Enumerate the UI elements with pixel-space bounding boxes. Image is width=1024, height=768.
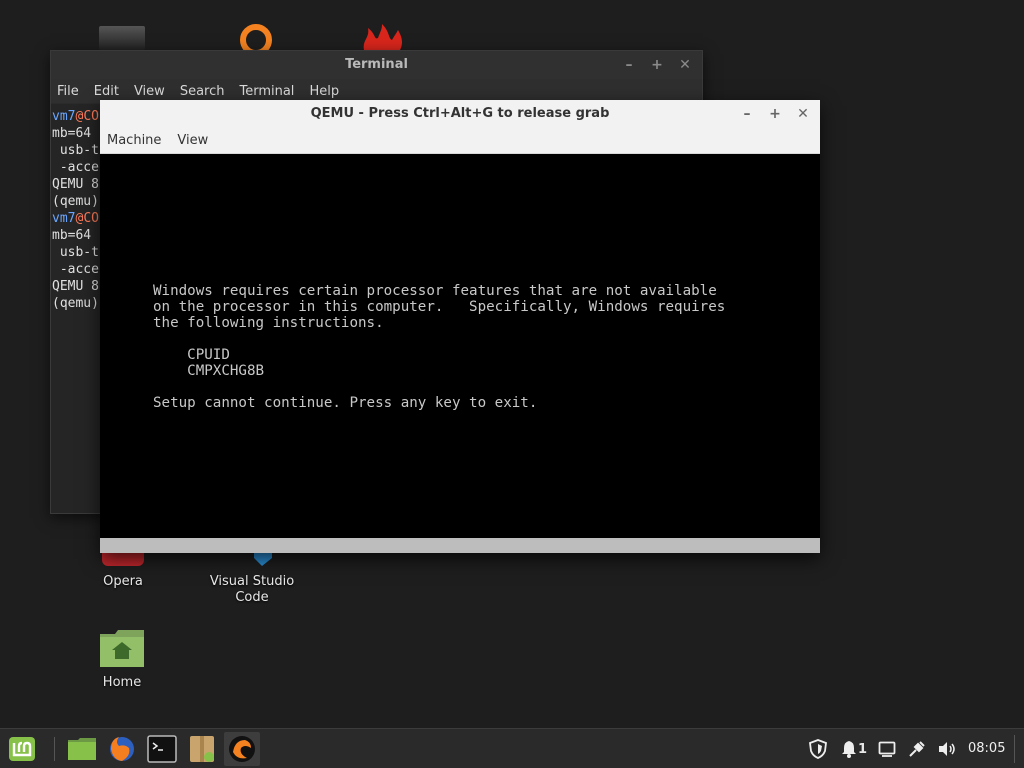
message-line: the following instructions. <box>153 315 384 331</box>
qemu-titlebar[interactable]: QEMU - Press Ctrl+Alt+G to release grab … <box>100 100 820 128</box>
tray-notifications[interactable]: 1 <box>838 729 870 768</box>
qemu-close-button[interactable]: ✕ <box>796 100 810 128</box>
shield-icon <box>809 739 827 759</box>
firefox-icon <box>110 737 134 761</box>
taskbar-archive-manager[interactable] <box>184 732 220 766</box>
message-line: on the processor in this computer. Speci… <box>153 299 726 315</box>
menu-view[interactable]: View <box>134 84 165 99</box>
message-line: Setup cannot continue. Press any key to … <box>153 395 538 411</box>
taskbar-separator <box>54 737 55 761</box>
terminal-close-button[interactable]: ✕ <box>678 51 692 79</box>
clock[interactable]: 08:05 <box>968 729 1005 768</box>
menu-view[interactable]: View <box>177 133 208 148</box>
terminal-minimize-button[interactable]: – <box>622 51 636 79</box>
home-folder-icon <box>100 630 144 667</box>
menu-file[interactable]: File <box>57 84 79 99</box>
tray-display[interactable] <box>876 729 898 768</box>
opera-label: Opera <box>103 574 143 589</box>
vscode-label-1: Visual Studio <box>209 574 295 589</box>
instruction-cpuid: CPUID <box>153 347 230 363</box>
qemu-title: QEMU - Press Ctrl+Alt+G to release grab <box>310 106 610 121</box>
desktop-icon-dark[interactable] <box>99 26 145 50</box>
files-icon <box>68 738 96 760</box>
taskbar-files[interactable] <box>64 732 100 766</box>
taskbar-terminal[interactable] <box>144 732 180 766</box>
tray-network[interactable] <box>906 729 928 768</box>
setup-error-message: Windows requires certain processor featu… <box>153 283 725 411</box>
home-label: Home <box>102 675 142 690</box>
menu-search[interactable]: Search <box>180 84 225 99</box>
tray-shield[interactable] <box>806 729 830 768</box>
taskbar-firefox[interactable] <box>104 732 140 766</box>
tray-volume[interactable] <box>936 729 958 768</box>
taskbar-qemu[interactable] <box>224 732 260 766</box>
qemu-icon <box>229 736 255 762</box>
notification-count: 1 <box>857 741 868 757</box>
terminal-titlebar[interactable]: Terminal – + ✕ <box>51 51 702 79</box>
message-line: Windows requires certain processor featu… <box>153 283 717 299</box>
volume-icon <box>939 742 955 756</box>
qemu-minimize-button[interactable]: – <box>740 100 754 128</box>
desktop-icon-flame[interactable] <box>360 24 404 50</box>
qemu-maximize-button[interactable]: + <box>768 100 782 128</box>
display-icon <box>878 741 896 757</box>
mint-menu-button[interactable] <box>4 732 40 766</box>
qemu-statusbar <box>100 538 820 553</box>
mint-menu-icon <box>9 737 35 761</box>
menu-machine[interactable]: Machine <box>107 133 161 148</box>
menu-terminal[interactable]: Terminal <box>239 84 294 99</box>
vm-display[interactable]: Windows requires certain processor featu… <box>100 154 820 538</box>
qemu-menubar: Machine View <box>100 128 820 154</box>
terminal-title: Terminal <box>345 57 408 72</box>
menu-edit[interactable]: Edit <box>94 84 119 99</box>
vscode-label-2: Code <box>235 590 269 605</box>
instruction-cmpxchg8b: CMPXCHG8B <box>153 363 265 379</box>
notification-bell-icon <box>841 741 856 758</box>
desktop-icon-home[interactable]: Home <box>90 628 154 691</box>
network-plug-icon <box>909 741 925 757</box>
menu-help[interactable]: Help <box>309 84 339 99</box>
show-desktop-divider[interactable] <box>1014 735 1015 763</box>
terminal-maximize-button[interactable]: + <box>650 51 664 79</box>
taskbar: 1 08:05 <box>0 728 1024 768</box>
flame-icon <box>363 24 402 50</box>
terminal-icon <box>147 735 177 763</box>
archive-manager-icon <box>190 736 214 762</box>
qemu-window[interactable]: QEMU - Press Ctrl+Alt+G to release grab … <box>100 100 820 553</box>
